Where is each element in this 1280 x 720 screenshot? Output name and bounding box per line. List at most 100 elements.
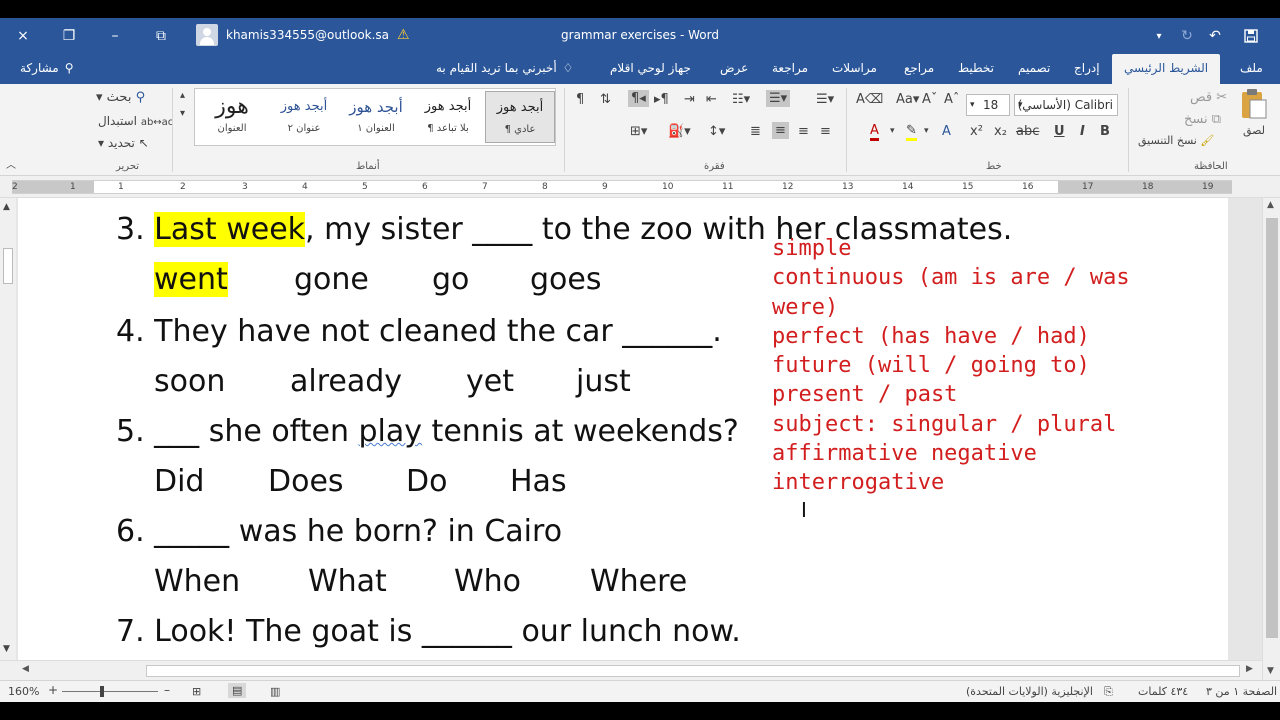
justify-icon[interactable]: ≣ [750, 124, 761, 139]
highlight-icon[interactable]: ✎ [906, 124, 917, 141]
scroll-left-icon[interactable]: ◀ [22, 664, 29, 674]
collapse-ribbon-icon[interactable]: ︿ [6, 156, 16, 171]
tab-view[interactable]: عرض [720, 61, 748, 75]
scroll-right-icon[interactable]: ▶ [1246, 664, 1253, 674]
warning-icon[interactable]: ⚠ [397, 27, 410, 43]
copy-button[interactable]: نسخ ⧉ [1184, 112, 1221, 127]
decrease-indent-icon[interactable]: ⇤ [706, 92, 717, 107]
underline-icon[interactable]: U [1054, 124, 1065, 139]
bullets-icon[interactable]: ☰▾ [816, 92, 834, 107]
tab-home[interactable]: الشريط الرئيسي [1112, 54, 1221, 84]
ltr-direction-icon[interactable]: ▸¶ [654, 92, 669, 107]
horizontal-ruler[interactable]: 19 18 17 16 15 14 13 12 11 10 9 8 7 6 5 … [0, 176, 1280, 198]
print-layout-icon[interactable]: ▤ [228, 683, 247, 698]
proofing-icon[interactable]: ⎘ [1104, 685, 1113, 699]
scroll-down-icon[interactable]: ▼ [1267, 666, 1274, 676]
tab-insert[interactable]: إدراج [1074, 61, 1100, 75]
scroll-down-icon[interactable]: ▼ [3, 644, 10, 654]
tab-mailings[interactable]: مراسلات [832, 61, 877, 75]
tab-layout[interactable]: تخطيط [958, 61, 994, 75]
superscript-icon[interactable]: x² [970, 124, 983, 139]
font-name-select[interactable]: Calibri (الأساسي) ▾ [1014, 94, 1118, 116]
word-count[interactable]: ٤٣٤ كلمات [1138, 685, 1188, 698]
save-icon[interactable] [1228, 18, 1274, 54]
account-area[interactable]: khamis334555@outlook.sa ⚠ [196, 24, 410, 46]
borders-icon[interactable]: ⊞▾ [630, 124, 647, 139]
horizontal-scrollbar[interactable]: ◀ ▶ [0, 660, 1262, 680]
zoom-in-icon[interactable]: + [48, 683, 58, 697]
document-page[interactable]: 3. Last week, my sister ____ to the zoo … [18, 198, 1228, 660]
tab-design[interactable]: تصميم [1018, 61, 1050, 75]
horizontal-scroll-thumb[interactable] [146, 665, 1240, 677]
scroll-up-icon[interactable]: ▲ [3, 202, 10, 212]
zoom-level[interactable]: 160% [8, 685, 39, 698]
minimize-icon[interactable]: – [92, 18, 138, 54]
web-layout-icon[interactable]: ⊞ [192, 685, 201, 698]
line-spacing-icon[interactable]: ↕▾ [708, 124, 725, 139]
font-size-select[interactable]: 18 ▾ [966, 94, 1010, 116]
align-center-icon[interactable]: ≡ [798, 124, 809, 139]
text-effects-icon[interactable]: A [942, 124, 951, 139]
tab-references[interactable]: مراجع [904, 61, 934, 75]
sort-icon[interactable]: ⇅ [600, 92, 611, 107]
find-button[interactable]: ▾ بحث ⚲ [96, 90, 145, 105]
shrink-font-icon[interactable]: Aˇ [922, 92, 937, 107]
numbering-icon[interactable]: ☰▾ [766, 90, 791, 107]
tab-file[interactable]: ملف [1240, 61, 1263, 75]
format-painter-label: نسخ التنسيق [1138, 134, 1197, 147]
document-canvas[interactable]: ▲ ▼ 3. Last week, my sister ____ to the … [0, 198, 1262, 660]
strikethrough-icon[interactable]: abc [1016, 124, 1039, 139]
replace-button[interactable]: استبدال ab↔ac [98, 114, 173, 128]
rtl-direction-icon[interactable]: ¶◂ [628, 90, 649, 107]
tab-review[interactable]: مراجعة [772, 61, 808, 75]
tab-pens[interactable]: جهاز لوحي اقلام [610, 61, 691, 75]
zoom-slider-knob[interactable] [100, 686, 104, 697]
style-heading-1[interactable]: أبجد هوز العنوان ١ [341, 91, 411, 143]
styles-expand-icon[interactable]: ▴ [180, 90, 185, 101]
read-mode-icon[interactable]: ▥ [270, 685, 280, 698]
ribbon-body: ▾ بحث ⚲ استبدال ab↔ac ▾ تحديد ↖ تحرير ▴ … [0, 84, 1280, 176]
italic-icon[interactable]: I [1080, 124, 1085, 139]
page-count[interactable]: الصفحة ١ من ٣ [1206, 685, 1277, 698]
vertical-scrollbar[interactable]: ▲ ▼ [1262, 198, 1280, 680]
group-divider [564, 88, 565, 172]
tell-me-box[interactable]: أخبرني بما تريد القيام به ♢ [436, 61, 573, 75]
question-6: 6. _____ was he born? in Cairo [116, 514, 563, 549]
align-left-icon[interactable]: ≡ [820, 124, 831, 139]
show-marks-icon[interactable]: ¶ [576, 92, 584, 107]
increase-indent-icon[interactable]: ⇥ [684, 92, 695, 107]
share-button[interactable]: مشاركة ⚲ [20, 61, 74, 75]
change-case-icon[interactable]: Aa▾ [896, 92, 919, 107]
style-heading-2[interactable]: أبجد هوز عنوان ٢ [269, 91, 339, 143]
font-color-icon[interactable]: A [870, 124, 879, 141]
align-right-icon[interactable]: ≡ [772, 122, 789, 139]
multilevel-list-icon[interactable]: ☷▾ [732, 92, 750, 107]
chevron-down-icon[interactable]: ▾ [890, 126, 895, 136]
avatar[interactable] [196, 24, 218, 46]
grammar-flagged-word[interactable]: play [359, 414, 423, 449]
close-icon[interactable]: × [0, 18, 46, 54]
ruler-number: 9 [602, 182, 608, 192]
language-status[interactable]: الإنجليزية (الولايات المتحدة) [966, 685, 1093, 698]
style-normal[interactable]: أبجد هوز ¶ عادي [485, 91, 555, 143]
vertical-ruler-thumb[interactable] [3, 248, 13, 284]
vertical-scroll-thumb[interactable] [1266, 218, 1278, 638]
grow-font-icon[interactable]: Aˆ [944, 92, 959, 107]
clear-format-icon[interactable]: A⌫ [856, 92, 883, 107]
chevron-down-icon[interactable]: ▾ [924, 126, 929, 136]
subscript-icon[interactable]: x₂ [994, 124, 1007, 139]
zoom-slider[interactable] [62, 691, 158, 692]
style-no-spacing[interactable]: أبجد هوز ¶ بلا تباعد [413, 91, 483, 143]
style-title[interactable]: هوز العنوان [197, 91, 267, 143]
ribbon-display-icon[interactable]: ⧉ [138, 18, 184, 54]
select-button[interactable]: ▾ تحديد ↖ [98, 136, 149, 150]
cut-button[interactable]: قص ✂ [1190, 90, 1227, 105]
bold-icon[interactable]: B [1100, 124, 1110, 139]
zoom-out-icon[interactable]: – [164, 683, 170, 697]
shading-icon[interactable]: ⛽▾ [668, 124, 691, 139]
format-painter-button[interactable]: نسخ التنسيق 🖌 [1138, 134, 1214, 147]
styles-scroll-icon[interactable]: ▾ [180, 108, 185, 119]
scroll-up-icon[interactable]: ▲ [1267, 200, 1274, 210]
restore-icon[interactable]: ❐ [46, 18, 92, 54]
paste-button[interactable]: لصق [1240, 88, 1268, 137]
